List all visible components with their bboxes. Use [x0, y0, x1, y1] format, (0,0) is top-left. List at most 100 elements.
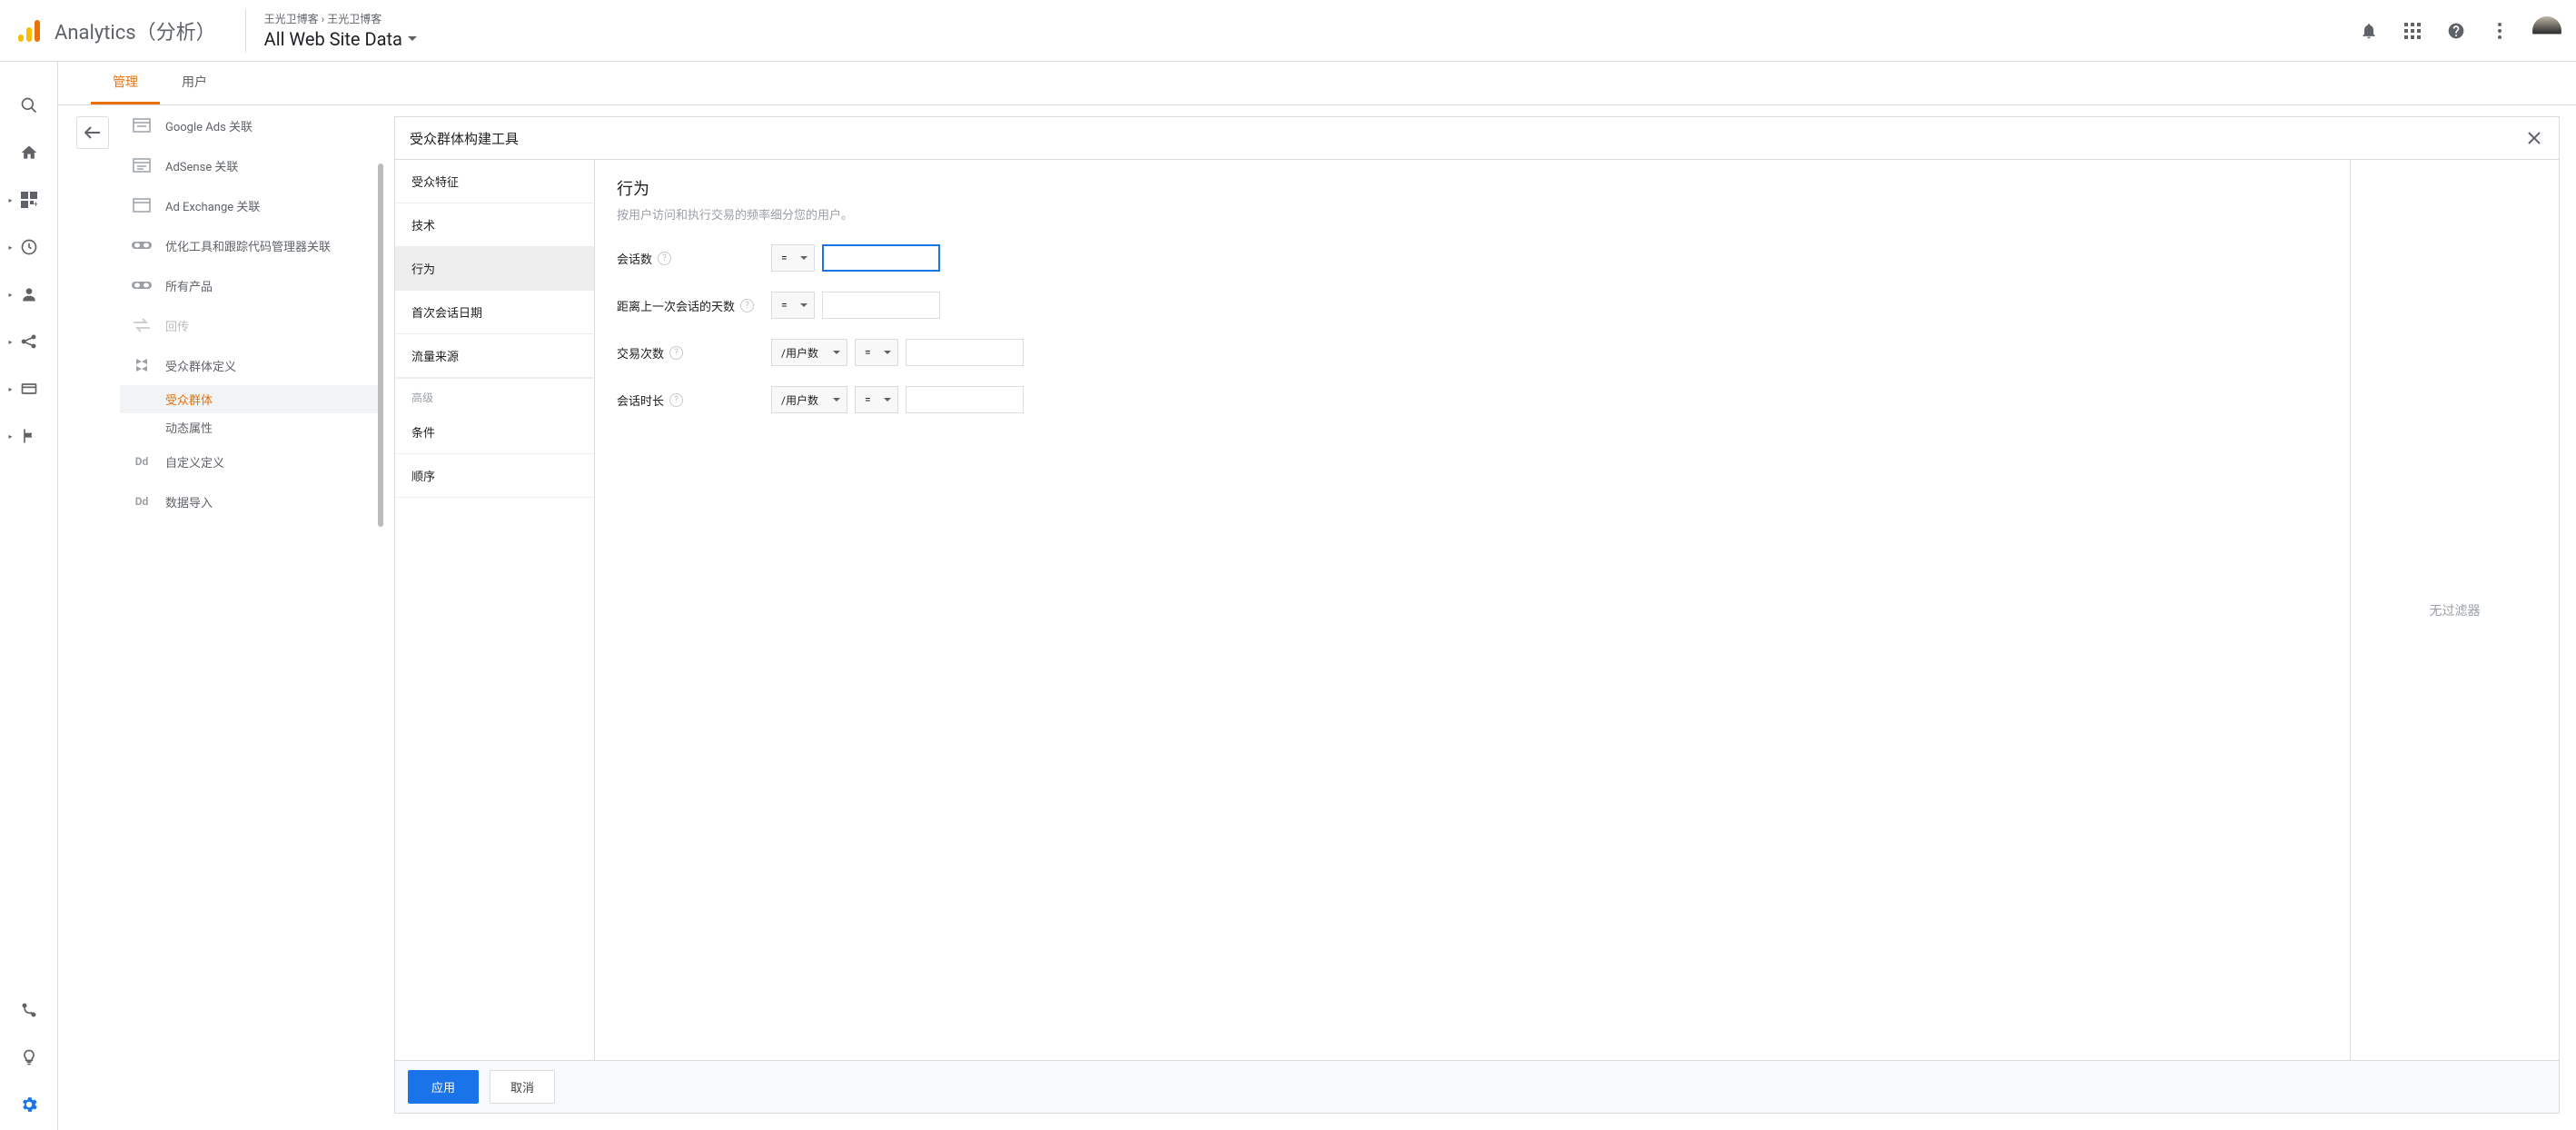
- link-box-icon: [131, 154, 153, 176]
- row-session-duration: 会话时长 ? /用户数 =: [617, 386, 2328, 413]
- left-nav-rail: ▸ + ▸ ▸ ▸ ▸ ▸: [0, 62, 58, 1130]
- operator-select-duration[interactable]: =: [855, 386, 898, 413]
- app-header: Analytics（分析） 王光卫博客 › 王光卫博客 All Web Site…: [0, 0, 2576, 62]
- sub-audiences[interactable]: 受众群体: [120, 385, 378, 413]
- cat-traffic-sources[interactable]: 流量来源: [395, 334, 594, 378]
- notifications-button[interactable]: [2351, 13, 2387, 49]
- gear-icon: [19, 1095, 39, 1115]
- per-select-transactions[interactable]: /用户数: [771, 339, 847, 366]
- nav-attribution[interactable]: [7, 988, 51, 1032]
- product-name: Analytics（分析）: [54, 16, 216, 45]
- settings-label: Google Ads 关联: [165, 117, 253, 134]
- apps-grid-icon: [2404, 23, 2421, 39]
- cancel-button[interactable]: 取消: [490, 1070, 555, 1104]
- search-button[interactable]: [7, 84, 51, 127]
- nav-customization[interactable]: ▸ +: [7, 178, 51, 222]
- breadcrumb: 王光卫博客 › 王光卫博客: [264, 11, 2351, 26]
- nav-realtime[interactable]: ▸: [7, 225, 51, 269]
- settings-ad-exchange[interactable]: Ad Exchange 关联: [120, 185, 378, 225]
- cat-demographics[interactable]: 受众特征: [395, 160, 594, 203]
- input-session-duration[interactable]: [906, 386, 1024, 413]
- user-avatar[interactable]: [2532, 16, 2561, 45]
- attribution-icon: [20, 1001, 38, 1019]
- more-vert-icon: [2498, 23, 2502, 39]
- scrollbar[interactable]: [378, 164, 383, 527]
- cat-behavior[interactable]: 行为: [395, 247, 594, 291]
- nav-behavior[interactable]: ▸: [7, 367, 51, 411]
- settings-label: 自定义定义: [165, 453, 224, 471]
- settings-google-ads[interactable]: Google Ads 关联: [120, 105, 378, 145]
- operator-select-transactions[interactable]: =: [855, 339, 898, 366]
- search-icon: [20, 96, 38, 114]
- close-button[interactable]: [2524, 128, 2544, 148]
- breadcrumb-sep: ›: [319, 13, 328, 25]
- cat-conditions[interactable]: 条件: [395, 411, 594, 454]
- breadcrumb-account: 王光卫博客: [264, 13, 319, 25]
- back-button[interactable]: [76, 116, 109, 149]
- cat-first-session[interactable]: 首次会话日期: [395, 291, 594, 334]
- tab-user[interactable]: 用户: [160, 62, 229, 104]
- flag-icon: [20, 427, 38, 445]
- sub-dynamic-attributes[interactable]: 动态属性: [120, 413, 378, 441]
- help-icon[interactable]: ?: [740, 299, 754, 312]
- person-icon: [20, 285, 38, 303]
- property-settings-list: Google Ads 关联 AdSense 关联 Ad Exchange 关联 …: [120, 105, 383, 1130]
- input-days-since[interactable]: [822, 292, 940, 319]
- filter-preview-pane: 无过滤器: [2350, 160, 2559, 1060]
- settings-adsense[interactable]: AdSense 关联: [120, 145, 378, 185]
- row-sessions: 会话数 ? =: [617, 244, 2328, 272]
- cat-sequences[interactable]: 顺序: [395, 454, 594, 498]
- label-text: 会话时长: [617, 392, 664, 409]
- more-button[interactable]: [2482, 13, 2518, 49]
- settings-postback[interactable]: 回传: [120, 305, 378, 345]
- help-icon[interactable]: ?: [669, 393, 683, 407]
- nav-discover[interactable]: [7, 1036, 51, 1079]
- lightbulb-icon: [20, 1048, 38, 1066]
- settings-audience-definitions[interactable]: 受众群体定义: [120, 345, 378, 385]
- help-icon[interactable]: ?: [658, 252, 671, 265]
- cat-technology[interactable]: 技术: [395, 203, 594, 247]
- account-selector[interactable]: 王光卫博客 › 王光卫博客 All Web Site Data: [245, 9, 2351, 53]
- nav-home[interactable]: [7, 131, 51, 174]
- help-button[interactable]: [2438, 13, 2474, 49]
- operator-select-sessions[interactable]: =: [771, 244, 815, 272]
- tab-admin[interactable]: 管理: [91, 62, 160, 104]
- label-session-duration: 会话时长 ?: [617, 392, 771, 409]
- label-days-since: 距离上一次会话的天数 ?: [617, 297, 771, 314]
- input-transactions[interactable]: [906, 339, 1024, 366]
- form-section-desc: 按用户访问和执行交易的频率细分您的用户。: [617, 205, 2328, 223]
- postback-icon: [131, 314, 153, 336]
- nav-audience[interactable]: ▸: [7, 273, 51, 316]
- apply-button[interactable]: 应用: [408, 1070, 479, 1104]
- settings-label: Ad Exchange 关联: [165, 197, 260, 214]
- svg-text:+: +: [34, 201, 37, 208]
- per-select-duration[interactable]: /用户数: [771, 386, 847, 413]
- settings-all-products[interactable]: 所有产品: [120, 265, 378, 305]
- bell-icon: [2360, 22, 2378, 40]
- label-transactions: 交易次数 ?: [617, 344, 771, 362]
- row-days-since: 距离上一次会话的天数 ? =: [617, 292, 2328, 319]
- label-text: 会话数: [617, 250, 652, 267]
- help-icon[interactable]: ?: [669, 346, 683, 360]
- product-logo[interactable]: Analytics（分析）: [15, 16, 216, 45]
- row-transactions: 交易次数 ? /用户数 =: [617, 339, 2328, 366]
- nav-acquisition[interactable]: ▸: [7, 320, 51, 363]
- input-sessions[interactable]: [822, 244, 940, 272]
- settings-custom-definitions[interactable]: Dd 自定义定义: [120, 441, 378, 481]
- view-name: All Web Site Data: [264, 28, 402, 50]
- builder-categories: 受众特征 技术 行为 首次会话日期 流量来源 高级 条件 顺序: [395, 160, 595, 1060]
- settings-optimize[interactable]: 优化工具和跟踪代码管理器关联: [120, 225, 378, 265]
- admin-tabs: 管理 用户: [58, 62, 2576, 105]
- settings-label: 所有产品: [165, 277, 213, 294]
- operator-select-days[interactable]: =: [771, 292, 815, 319]
- nav-conversions[interactable]: ▸: [7, 414, 51, 458]
- settings-data-import[interactable]: Dd 数据导入: [120, 481, 378, 521]
- analytics-logo-icon: [15, 16, 44, 45]
- audience-builder-panel: 受众群体构建工具 受众特征 技术 行为 首次会话日期 流量来源 高级 条件: [394, 116, 2560, 1114]
- chain-icon: [131, 274, 153, 296]
- apps-button[interactable]: [2394, 13, 2431, 49]
- view-selector[interactable]: All Web Site Data: [264, 28, 2351, 50]
- link-box-icon: [131, 194, 153, 216]
- label-sessions: 会话数 ?: [617, 250, 771, 267]
- nav-admin[interactable]: [7, 1083, 51, 1126]
